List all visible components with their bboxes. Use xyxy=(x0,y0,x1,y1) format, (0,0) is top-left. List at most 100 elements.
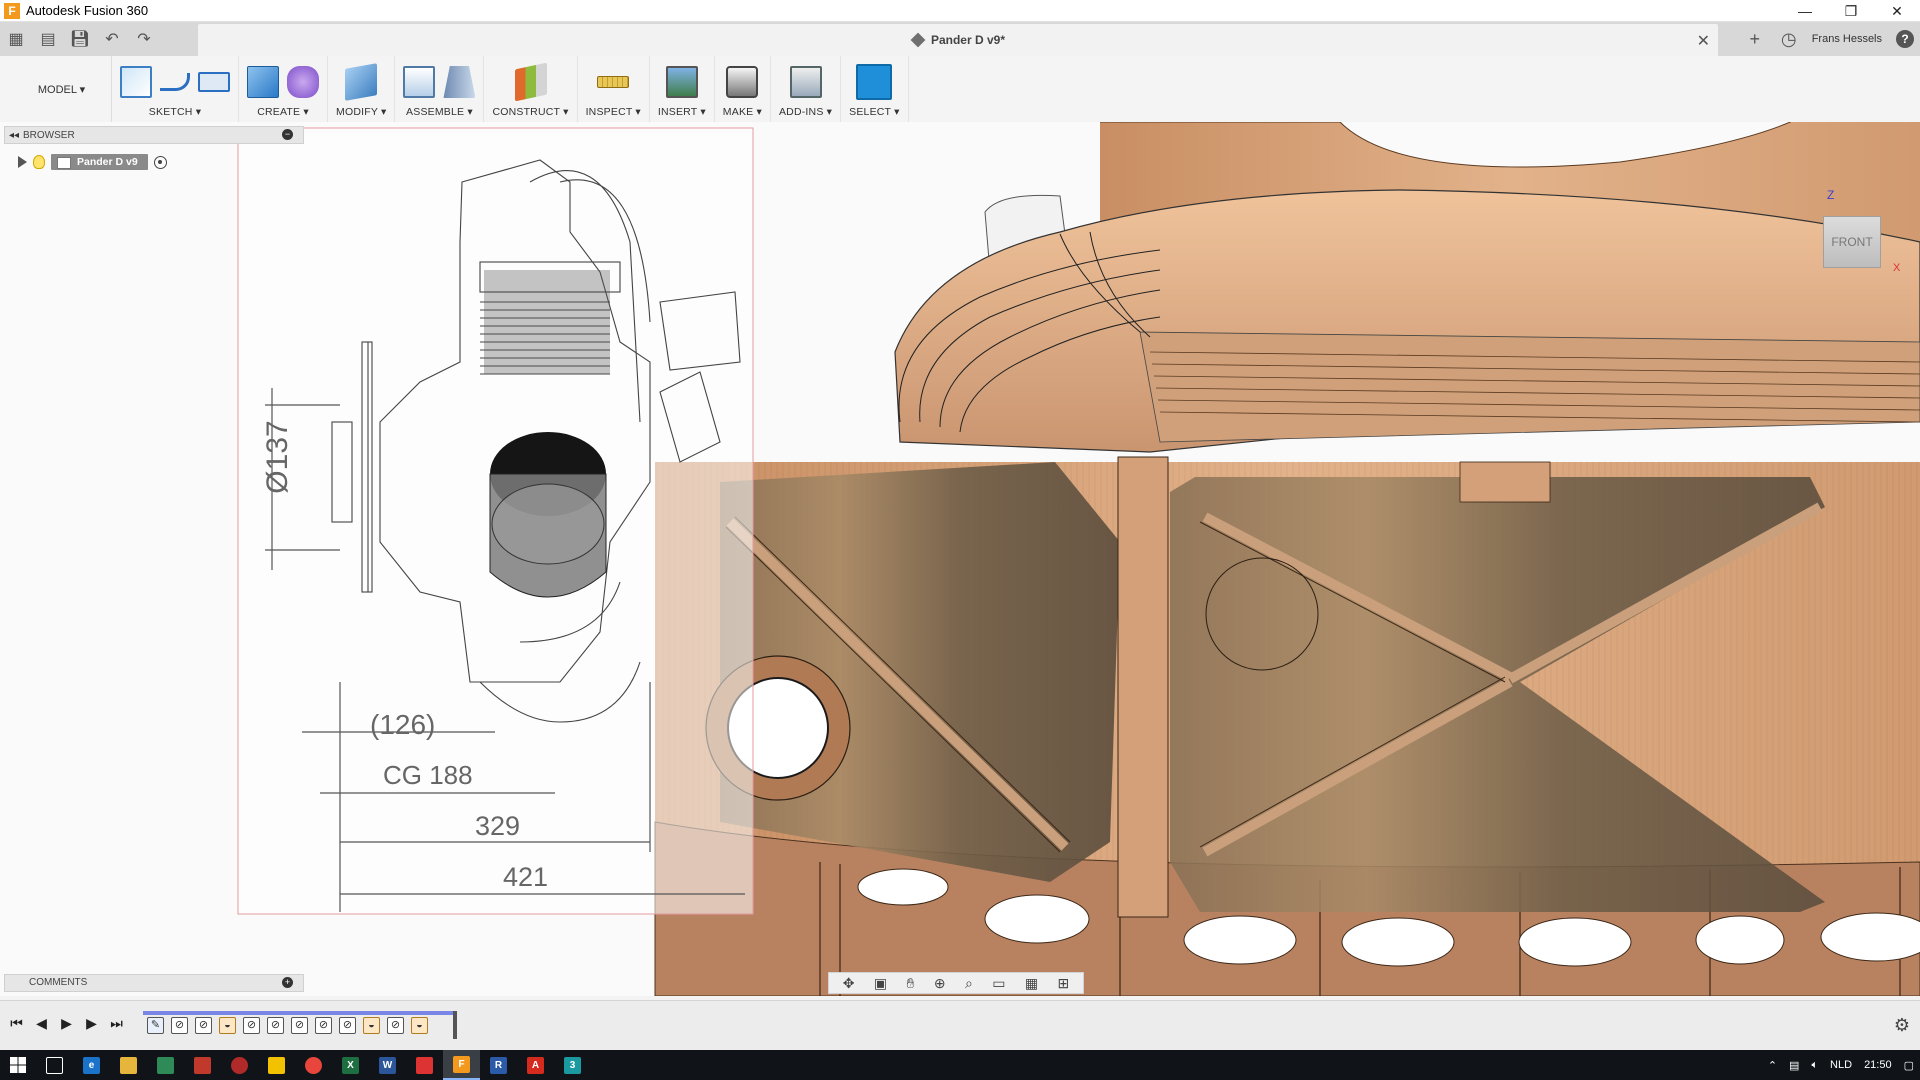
model-canvas[interactable] xyxy=(0,122,1920,996)
extrude-icon[interactable] xyxy=(247,66,279,98)
3d-print-icon[interactable] xyxy=(726,66,759,98)
notifications-icon[interactable]: ▢ xyxy=(1904,1059,1914,1072)
addins-menu[interactable]: ADD-INS ▾ xyxy=(779,106,832,118)
timeline-feature[interactable]: ⊘ xyxy=(339,1017,356,1034)
insert-menu[interactable]: INSERT ▾ xyxy=(658,106,706,118)
step-forward-icon[interactable]: ▶ xyxy=(83,1015,100,1032)
play-icon[interactable]: ▶ xyxy=(58,1015,75,1032)
engine-canvas-image[interactable] xyxy=(237,127,754,915)
timeline-feature[interactable]: ⊘ xyxy=(171,1017,188,1034)
close-tab-icon[interactable]: ✕ xyxy=(1697,31,1710,51)
spline-icon[interactable] xyxy=(160,73,190,91)
pan-hand-icon[interactable]: ✋︎ xyxy=(906,975,914,992)
inspect-menu[interactable]: INSPECT ▾ xyxy=(586,106,641,118)
new-tab-plus-icon[interactable]: + xyxy=(1738,29,1772,50)
create-menu[interactable]: CREATE ▾ xyxy=(257,106,309,118)
app-icon-red2[interactable] xyxy=(406,1050,443,1080)
redo-icon[interactable]: ↷ xyxy=(128,24,160,54)
activate-target-icon[interactable] xyxy=(153,155,167,169)
zoom-icon[interactable]: ⊕ xyxy=(934,975,946,992)
select-menu[interactable]: SELECT ▾ xyxy=(849,106,899,118)
timeline-marker[interactable] xyxy=(453,1011,457,1039)
select-icon[interactable] xyxy=(856,64,893,100)
assemble-menu[interactable]: ASSEMBLE ▾ xyxy=(406,106,473,118)
app-icon-redcircle[interactable] xyxy=(221,1050,258,1080)
workspace-switcher[interactable]: MODEL ▾ xyxy=(12,56,112,122)
excel-icon[interactable]: X xyxy=(332,1050,369,1080)
modify-menu[interactable]: MODIFY ▾ xyxy=(336,106,386,118)
timeline-settings-gear-icon[interactable]: ⚙ xyxy=(1894,1015,1910,1036)
app-icon-yellow[interactable] xyxy=(258,1050,295,1080)
create-form-icon[interactable] xyxy=(287,66,319,98)
browser-minimize-icon[interactable]: − xyxy=(282,129,293,140)
timeline-feature[interactable]: ⊘ xyxy=(243,1017,260,1034)
minimize-button[interactable]: — xyxy=(1782,0,1828,22)
timeline-feature[interactable]: ⊘ xyxy=(387,1017,404,1034)
press-pull-icon[interactable] xyxy=(345,63,378,101)
sketch-menu[interactable]: SKETCH ▾ xyxy=(149,106,201,118)
browser-root-item[interactable]: Pander D v9 xyxy=(18,153,167,171)
timeline-feature[interactable]: ⊘ xyxy=(315,1017,332,1034)
file-explorer-icon[interactable] xyxy=(110,1050,147,1080)
app-icon-r[interactable]: R xyxy=(480,1050,517,1080)
fit-zoom-icon[interactable]: ⌕ xyxy=(965,975,973,992)
job-status-clock-icon[interactable]: ◷ xyxy=(1772,29,1806,50)
go-to-start-icon[interactable]: ⏮ xyxy=(8,1015,25,1032)
app-icon-teal[interactable]: 3 xyxy=(554,1050,591,1080)
offset-plane-icon[interactable] xyxy=(514,62,547,102)
measure-icon[interactable] xyxy=(597,76,630,88)
scripts-addins-icon[interactable] xyxy=(789,66,822,98)
timeline-joint-feature[interactable]: ◒ xyxy=(363,1017,380,1034)
volume-icon[interactable]: 🔈︎ xyxy=(1811,1059,1818,1072)
restore-button[interactable]: ❐ xyxy=(1828,0,1874,22)
file-menu-icon[interactable]: ▤ xyxy=(32,24,64,54)
create-sketch-icon[interactable] xyxy=(120,66,152,98)
edge-browser-icon[interactable]: e xyxy=(73,1050,110,1080)
viewcube-front-face[interactable]: FRONT xyxy=(1823,216,1881,268)
go-to-end-icon[interactable]: ⏭ xyxy=(108,1015,125,1032)
canvas-image-icon[interactable] xyxy=(665,66,698,98)
browser-root-label[interactable]: Pander D v9 xyxy=(51,154,148,170)
canvas-viewport[interactable]: Ø137 (126) CG 188 329 421 Z FRONT X xyxy=(0,122,1920,996)
word-icon[interactable]: W xyxy=(369,1050,406,1080)
add-comment-icon[interactable]: + xyxy=(282,977,293,988)
tray-chevron-icon[interactable]: ⌃ xyxy=(1768,1059,1777,1072)
language-indicator[interactable]: NLD xyxy=(1830,1059,1852,1071)
rectangle-icon[interactable] xyxy=(198,72,230,92)
help-icon[interactable]: ? xyxy=(1896,30,1914,48)
save-icon[interactable]: 💾︎ xyxy=(64,24,96,54)
timeline-sketch-feature[interactable]: ✎ xyxy=(147,1017,164,1034)
timeline-joint-feature[interactable]: ◒ xyxy=(411,1017,428,1034)
app-icon-red[interactable] xyxy=(184,1050,221,1080)
task-view-icon[interactable] xyxy=(36,1050,73,1080)
construct-menu[interactable]: CONSTRUCT ▾ xyxy=(492,106,568,118)
make-menu[interactable]: MAKE ▾ xyxy=(723,106,762,118)
look-at-icon[interactable]: ▣ xyxy=(874,975,887,992)
visibility-bulb-icon[interactable] xyxy=(33,155,45,169)
clock[interactable]: 21:50 xyxy=(1864,1059,1892,1071)
document-tab[interactable]: Pander D v9* ✕ xyxy=(198,24,1718,56)
step-back-icon[interactable]: ◀ xyxy=(33,1015,50,1032)
new-component-icon[interactable] xyxy=(403,66,436,98)
acrobat-icon[interactable]: A xyxy=(517,1050,554,1080)
app-icon-green[interactable] xyxy=(147,1050,184,1080)
collapse-browser-icon[interactable]: ◂◂ xyxy=(5,130,23,141)
data-panel-grid-icon[interactable]: ▦ xyxy=(0,24,32,54)
timeline-joint-feature[interactable]: ◒ xyxy=(219,1017,236,1034)
viewcube[interactable]: Z FRONT X xyxy=(1795,188,1915,278)
timeline-feature[interactable]: ⊘ xyxy=(195,1017,212,1034)
close-window-button[interactable]: ✕ xyxy=(1874,0,1920,22)
joint-icon[interactable] xyxy=(443,66,476,98)
start-button[interactable] xyxy=(0,1050,36,1080)
timeline-track[interactable]: ✎ ⊘ ⊘ ◒ ⊘ ⊘ ⊘ ⊘ ⊘ ◒ ⊘ ◒ xyxy=(143,1011,457,1039)
network-icon[interactable]: ▤ xyxy=(1789,1059,1799,1072)
grid-settings-icon[interactable]: ▦ xyxy=(1025,975,1038,992)
expand-triangle-icon[interactable] xyxy=(18,156,27,168)
undo-icon[interactable]: ↶ xyxy=(96,24,128,54)
fusion-360-taskbar-icon[interactable]: F xyxy=(443,1050,480,1080)
display-settings-icon[interactable]: ▭ xyxy=(992,975,1005,992)
orbit-icon[interactable]: ✥ xyxy=(843,975,855,992)
viewports-icon[interactable]: ⊞ xyxy=(1058,975,1070,992)
timeline-feature[interactable]: ⊘ xyxy=(291,1017,308,1034)
user-name[interactable]: Frans Hessels xyxy=(1812,33,1882,45)
